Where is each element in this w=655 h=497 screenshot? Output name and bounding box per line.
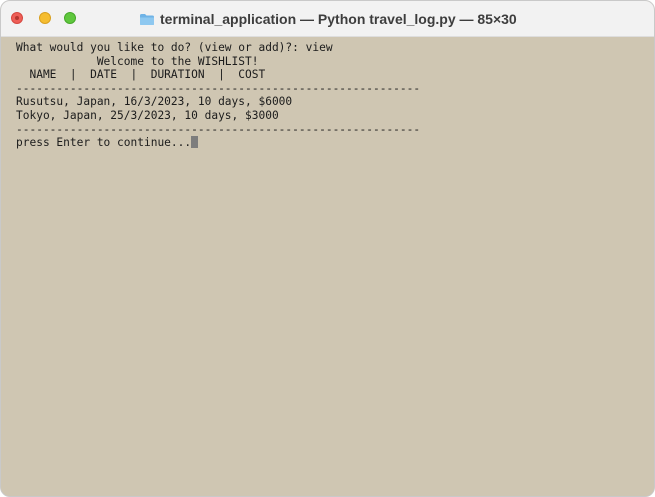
folder-icon: [139, 13, 155, 26]
title-bar[interactable]: terminal_application — Python travel_log…: [1, 1, 654, 37]
zoom-icon[interactable]: [64, 12, 76, 24]
terminal-window: terminal_application — Python travel_log…: [0, 0, 655, 497]
window-title-group: terminal_application — Python travel_log…: [139, 9, 517, 29]
continue-prompt: press Enter to continue...: [16, 136, 192, 150]
minimize-icon[interactable]: [39, 12, 51, 24]
terminal-output[interactable]: What would you like to do? (view or add)…: [1, 37, 654, 496]
separator-top: ----------------------------------------…: [16, 81, 421, 95]
continue-line: press Enter to continue...: [16, 136, 654, 150]
cursor: [191, 136, 199, 149]
entry-line: Rusutsu, Japan, 16/3/2023, 10 days, $600…: [16, 95, 293, 109]
prompt-line: What would you like to do? (view or add)…: [16, 41, 333, 54]
close-icon[interactable]: [11, 12, 23, 24]
window-title: terminal_application — Python travel_log…: [160, 11, 517, 27]
welcome-line: Welcome to the WISHLIST!: [16, 54, 259, 68]
separator-bottom: ----------------------------------------…: [16, 122, 421, 136]
entry-line: Tokyo, Japan, 25/3/2023, 10 days, $3000: [16, 108, 279, 122]
table-header-line: NAME | DATE | DURATION | COST: [16, 68, 266, 82]
